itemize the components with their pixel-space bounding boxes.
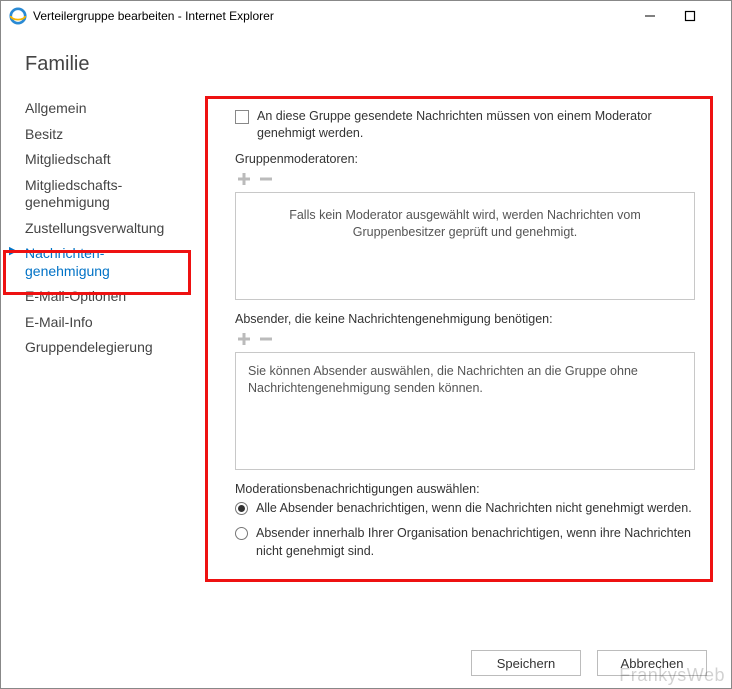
ie-icon [9, 7, 27, 25]
minimize-button[interactable] [643, 9, 657, 23]
approval-required-checkbox[interactable] [235, 110, 249, 124]
sidebar-item-label: Nachrichten- genehmigung [25, 245, 110, 279]
window-title: Verteilergruppe bearbeiten - Internet Ex… [33, 9, 643, 23]
remove-bypass-sender-button[interactable] [257, 330, 275, 348]
cancel-button[interactable]: Abbrechen [597, 650, 707, 676]
notify-all-label: Alle Absender benachrichtigen, wenn die … [256, 500, 692, 518]
sidebar-item-email-optionen[interactable]: E-Mail-Optionen [25, 284, 205, 310]
sidebar-item-label: Besitz [25, 126, 63, 142]
sidebar-item-besitz[interactable]: Besitz [25, 122, 205, 148]
notify-heading: Moderationsbenachrichtigungen auswählen: [235, 482, 695, 496]
sidebar-item-mitgliedschaftsgenehmigung[interactable]: Mitgliedschafts- genehmigung [25, 173, 205, 216]
moderators-listbox[interactable]: Falls kein Moderator ausgewählt wird, we… [235, 192, 695, 300]
dialog-footer: Speichern Abbrechen [471, 650, 707, 676]
sidebar-item-label: E-Mail-Info [25, 314, 93, 330]
sidebar-item-gruppendelegierung[interactable]: Gruppendelegierung [25, 335, 205, 361]
page-title: Familie [1, 31, 731, 96]
cancel-button-label: Abbrechen [621, 656, 684, 671]
notify-internal-radio[interactable] [235, 527, 248, 540]
sidebar-item-allgemein[interactable]: Allgemein [25, 96, 205, 122]
moderators-placeholder: Falls kein Moderator ausgewählt wird, we… [289, 208, 641, 240]
sidebar-item-label: Gruppendelegierung [25, 339, 153, 355]
bypass-listbox[interactable]: Sie können Absender auswählen, die Nachr… [235, 352, 695, 470]
sidebar: Allgemein Besitz Mitgliedschaft Mitglied… [25, 96, 205, 361]
notify-internal-label: Absender innerhalb Ihrer Organisation be… [256, 525, 695, 560]
sidebar-item-label: Mitgliedschaft [25, 151, 111, 167]
main-panel: An diese Gruppe gesendete Nachrichten mü… [205, 96, 707, 582]
sidebar-item-email-info[interactable]: E-Mail-Info [25, 310, 205, 336]
add-bypass-sender-button[interactable] [235, 330, 253, 348]
maximize-button[interactable] [683, 9, 697, 23]
sidebar-item-zustellungsverwaltung[interactable]: Zustellungsverwaltung [25, 216, 205, 242]
save-button[interactable]: Speichern [471, 650, 581, 676]
save-button-label: Speichern [497, 656, 556, 671]
sidebar-item-label: E-Mail-Optionen [25, 288, 126, 304]
moderators-label: Gruppenmoderatoren: [235, 152, 695, 166]
remove-moderator-button[interactable] [257, 170, 275, 188]
approval-required-label: An diese Gruppe gesendete Nachrichten mü… [257, 108, 695, 142]
sidebar-item-mitgliedschaft[interactable]: Mitgliedschaft [25, 147, 205, 173]
sidebar-item-label: Mitgliedschafts- genehmigung [25, 177, 122, 211]
window-titlebar: Verteilergruppe bearbeiten - Internet Ex… [1, 1, 731, 31]
add-moderator-button[interactable] [235, 170, 253, 188]
sidebar-item-label: Zustellungsverwaltung [25, 220, 164, 236]
bypass-placeholder: Sie können Absender auswählen, die Nachr… [248, 364, 638, 396]
sidebar-item-nachrichtengenehmigung[interactable]: Nachrichten- genehmigung [25, 241, 205, 284]
bypass-label: Absender, die keine Nachrichtengenehmigu… [235, 312, 695, 326]
sidebar-item-label: Allgemein [25, 100, 86, 116]
notify-all-radio[interactable] [235, 502, 248, 515]
